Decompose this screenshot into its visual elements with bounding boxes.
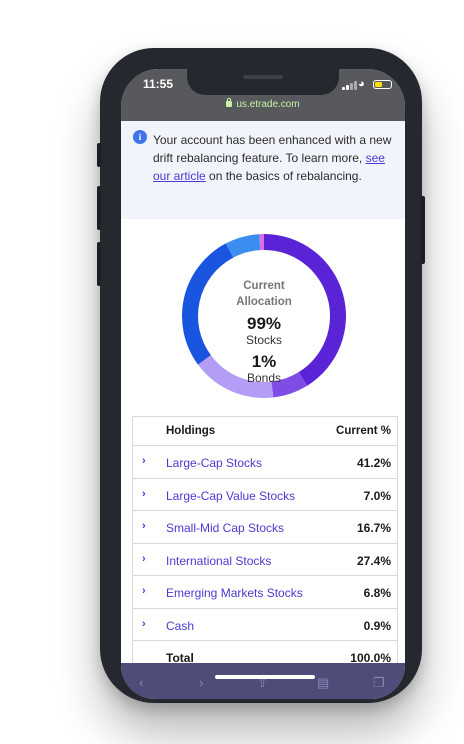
allocation-donut-chart: Current Allocation 99% Stocks 1% Bonds [182, 234, 346, 398]
table-row[interactable]: › Small-Mid Cap Stocks 16.7% [133, 511, 397, 544]
battery-icon [373, 80, 392, 89]
holding-percent: 7.0% [363, 488, 391, 503]
holding-name[interactable]: Emerging Markets Stocks [166, 586, 303, 600]
stocks-label: Stocks [246, 333, 282, 347]
stocks-percent: 99% [247, 314, 281, 333]
phone-screen: 11:55 ◕ us.etrade.com i Your account has… [121, 69, 405, 699]
table-row[interactable]: › Cash 0.9% [133, 609, 397, 641]
url-text: us.etrade.com [236, 99, 300, 110]
holding-name[interactable]: International Stocks [166, 554, 271, 568]
allocation-title-line1: Current [243, 280, 285, 292]
table-row[interactable]: › Emerging Markets Stocks 6.8% [133, 576, 397, 609]
holding-percent: 6.8% [363, 586, 391, 600]
chevron-right-icon: › [142, 520, 146, 532]
chevron-right-icon: › [142, 455, 146, 467]
browser-toolbar: ‹ › ⇧ ▤ ❐ [121, 663, 405, 699]
volume-up-button [97, 186, 101, 230]
status-bar: 11:55 ◕ us.etrade.com [121, 69, 405, 121]
info-banner: i Your account has been enhanced with a … [121, 121, 405, 219]
holding-name[interactable]: Large-Cap Stocks [166, 456, 262, 470]
holding-percent: 27.4% [356, 553, 391, 568]
status-time: 11:55 [143, 77, 174, 91]
donut-segment [264, 234, 346, 386]
address-bar[interactable]: us.etrade.com [121, 98, 405, 110]
banner-text-after: on the basics of rebalancing. [205, 169, 362, 183]
mute-switch [97, 143, 101, 167]
holding-percent: 0.9% [363, 618, 391, 633]
holding-name[interactable]: Cash [166, 619, 194, 633]
table-row[interactable]: › Large-Cap Value Stocks 7.0% [133, 479, 397, 511]
home-indicator [215, 675, 315, 679]
bonds-percent: 1% [252, 352, 277, 371]
chevron-right-icon: › [142, 617, 146, 630]
back-icon[interactable]: ‹ [139, 675, 143, 690]
banner-text-before: Your account has been enhanced with a ne… [153, 133, 392, 165]
holding-name[interactable]: Large-Cap Value Stocks [166, 489, 295, 503]
bookmarks-icon[interactable]: ▤ [317, 675, 329, 691]
holdings-header: Holdings [166, 425, 216, 437]
signal-icon [342, 80, 358, 90]
donut-segment [182, 243, 234, 365]
table-row[interactable]: › Large-Cap Stocks 41.2% [133, 446, 397, 479]
holding-percent: 16.7% [356, 521, 391, 535]
info-icon: i [133, 130, 147, 144]
wifi-icon: ◕ [358, 78, 365, 90]
holding-percent: 41.2% [356, 456, 391, 470]
banner-message: Your account has been enhanced with a ne… [153, 131, 397, 185]
tabs-icon[interactable]: ❐ [373, 675, 385, 691]
holdings-table: Holdings Current % › Large-Cap Stocks 41… [132, 416, 398, 671]
lock-icon [226, 98, 233, 107]
chevron-right-icon: › [142, 585, 146, 597]
volume-down-button [97, 242, 101, 286]
forward-icon[interactable]: › [199, 675, 203, 690]
current-percent-header: Current % [336, 425, 391, 437]
holding-name[interactable]: Small-Mid Cap Stocks [166, 521, 284, 535]
allocation-title-line2: Allocation [236, 296, 292, 308]
notch [187, 69, 339, 95]
chevron-right-icon: › [142, 552, 146, 565]
bonds-label: Bonds [247, 371, 281, 385]
stage: 11:55 ◕ us.etrade.com i Your account has… [0, 0, 464, 744]
chevron-right-icon: › [142, 487, 146, 500]
power-button [421, 196, 425, 264]
table-header: Holdings Current % [133, 417, 397, 446]
speaker [243, 75, 283, 79]
table-row[interactable]: › International Stocks 27.4% [133, 544, 397, 576]
